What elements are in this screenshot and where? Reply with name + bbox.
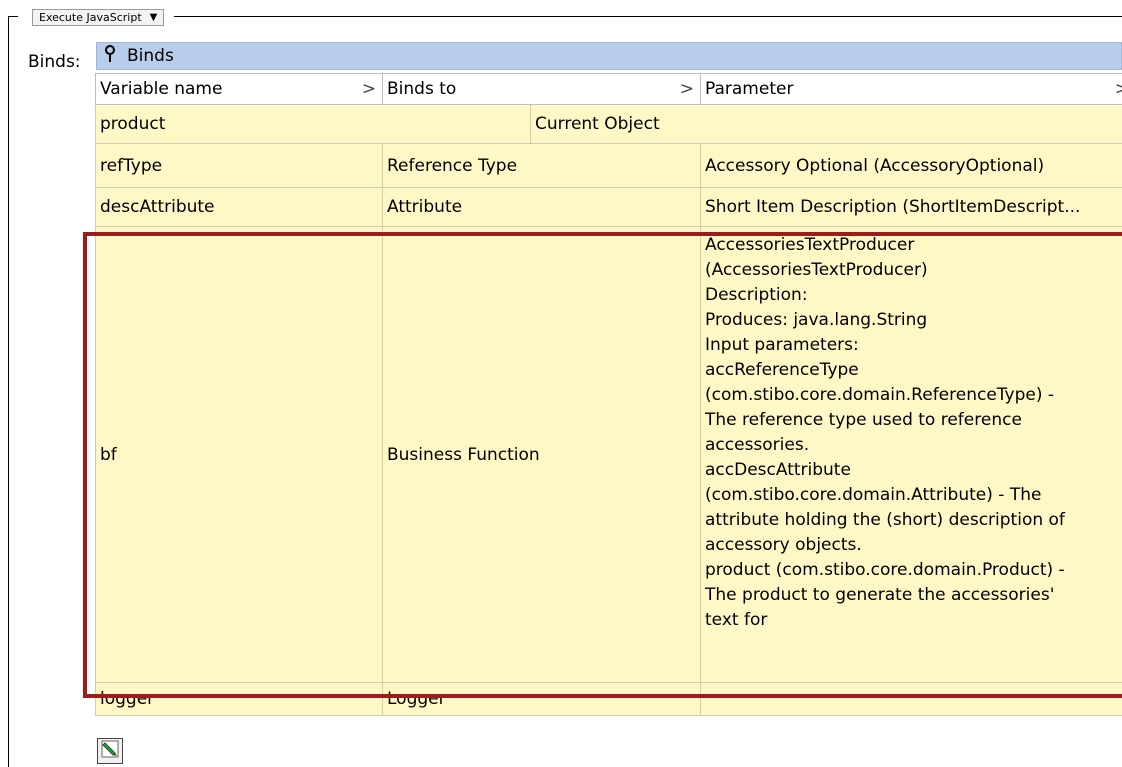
- binds-to-cell[interactable]: Reference Type: [382, 143, 701, 188]
- column-header-label: Parameter: [705, 79, 794, 99]
- chevron-right-icon: >: [361, 79, 376, 99]
- variable-name-cell: product: [100, 114, 166, 134]
- edit-pencil-icon: [100, 739, 120, 763]
- table-header-row: Variable name > Binds to > Parameter >: [95, 73, 1122, 105]
- parameter-line: (AccessoriesTextProducer): [705, 260, 928, 280]
- parameter-line: product (com.stibo.core.domain.Product) …: [705, 560, 1065, 580]
- parameter-line: attribute holding the (short) descriptio…: [705, 510, 1065, 530]
- group-frame-left: [8, 16, 9, 767]
- group-frame-top: [8, 16, 1122, 17]
- column-header-binds-to[interactable]: Binds to >: [382, 73, 701, 105]
- parameter-cell[interactable]: Accessory Optional (AccessoryOptional): [700, 143, 1122, 188]
- chevron-down-icon: ▼: [149, 11, 158, 23]
- table-row[interactable]: product Current Object: [95, 104, 1122, 144]
- binds-to-cell: Current Object: [530, 105, 660, 143]
- parameter-line: (com.stibo.core.domain.Attribute) - The: [705, 485, 1042, 505]
- variable-name-cell[interactable]: refType: [95, 143, 383, 188]
- column-header-label: Variable name: [100, 79, 223, 99]
- parameter-line: text for: [705, 610, 768, 630]
- parameter-cell[interactable]: Short Item Description (ShortItemDescrip…: [700, 187, 1122, 227]
- parameter-line: (com.stibo.core.domain.ReferenceType) -: [705, 385, 1055, 405]
- edit-button[interactable]: [97, 738, 123, 764]
- parameter-line: AccessoriesTextProducer: [705, 235, 915, 255]
- parameter-line: accessories.: [705, 435, 810, 455]
- parameter-cell[interactable]: AccessoriesTextProducer (AccessoriesText…: [700, 226, 1122, 683]
- table-row[interactable]: bf Business Function AccessoriesTextProd…: [95, 226, 1122, 683]
- table-row[interactable]: descAttribute Attribute Short Item Descr…: [95, 187, 1122, 227]
- binds-to-cell[interactable]: Business Function: [382, 226, 701, 683]
- variable-name-cell[interactable]: descAttribute: [95, 187, 383, 227]
- parameter-line: accDescAttribute: [705, 460, 851, 480]
- table-row[interactable]: logger Logger: [95, 682, 1122, 716]
- binds-header-bar[interactable]: Binds: [96, 42, 1122, 70]
- binds-label: Binds:: [28, 52, 81, 72]
- binds-bar-title: Binds: [127, 46, 174, 66]
- column-header-parameter[interactable]: Parameter >: [700, 73, 1122, 105]
- chevron-right-icon: >: [679, 79, 694, 99]
- binds-table: Variable name > Binds to > Parameter > p…: [95, 73, 1122, 716]
- binds-to-cell[interactable]: Attribute: [382, 187, 701, 227]
- parameter-line: Input parameters:: [705, 335, 859, 355]
- parameter-cell[interactable]: [700, 682, 1122, 716]
- row-product-cell[interactable]: product Current Object: [95, 104, 1122, 144]
- execute-javascript-label: Execute JavaScript: [39, 10, 142, 24]
- column-header-variable-name[interactable]: Variable name >: [95, 73, 383, 105]
- parameter-line: The product to generate the accessories': [705, 585, 1055, 605]
- variable-name-cell[interactable]: logger: [95, 682, 383, 716]
- parameter-line: accReferenceType: [705, 360, 859, 380]
- parameter-line: Produces: java.lang.String: [705, 310, 928, 330]
- pin-icon: [97, 44, 123, 68]
- parameter-line: The reference type used to reference: [705, 410, 1022, 430]
- parameter-line: Description:: [705, 285, 808, 305]
- execute-javascript-dropdown[interactable]: Execute JavaScript ▼: [18, 6, 175, 28]
- parameter-line: accessory objects.: [705, 535, 862, 555]
- variable-name-cell[interactable]: bf: [95, 226, 383, 683]
- binds-to-cell[interactable]: Logger: [382, 682, 701, 716]
- column-header-label: Binds to: [387, 79, 457, 99]
- chevron-right-icon: >: [1114, 79, 1122, 99]
- table-row[interactable]: refType Reference Type Accessory Optiona…: [95, 143, 1122, 188]
